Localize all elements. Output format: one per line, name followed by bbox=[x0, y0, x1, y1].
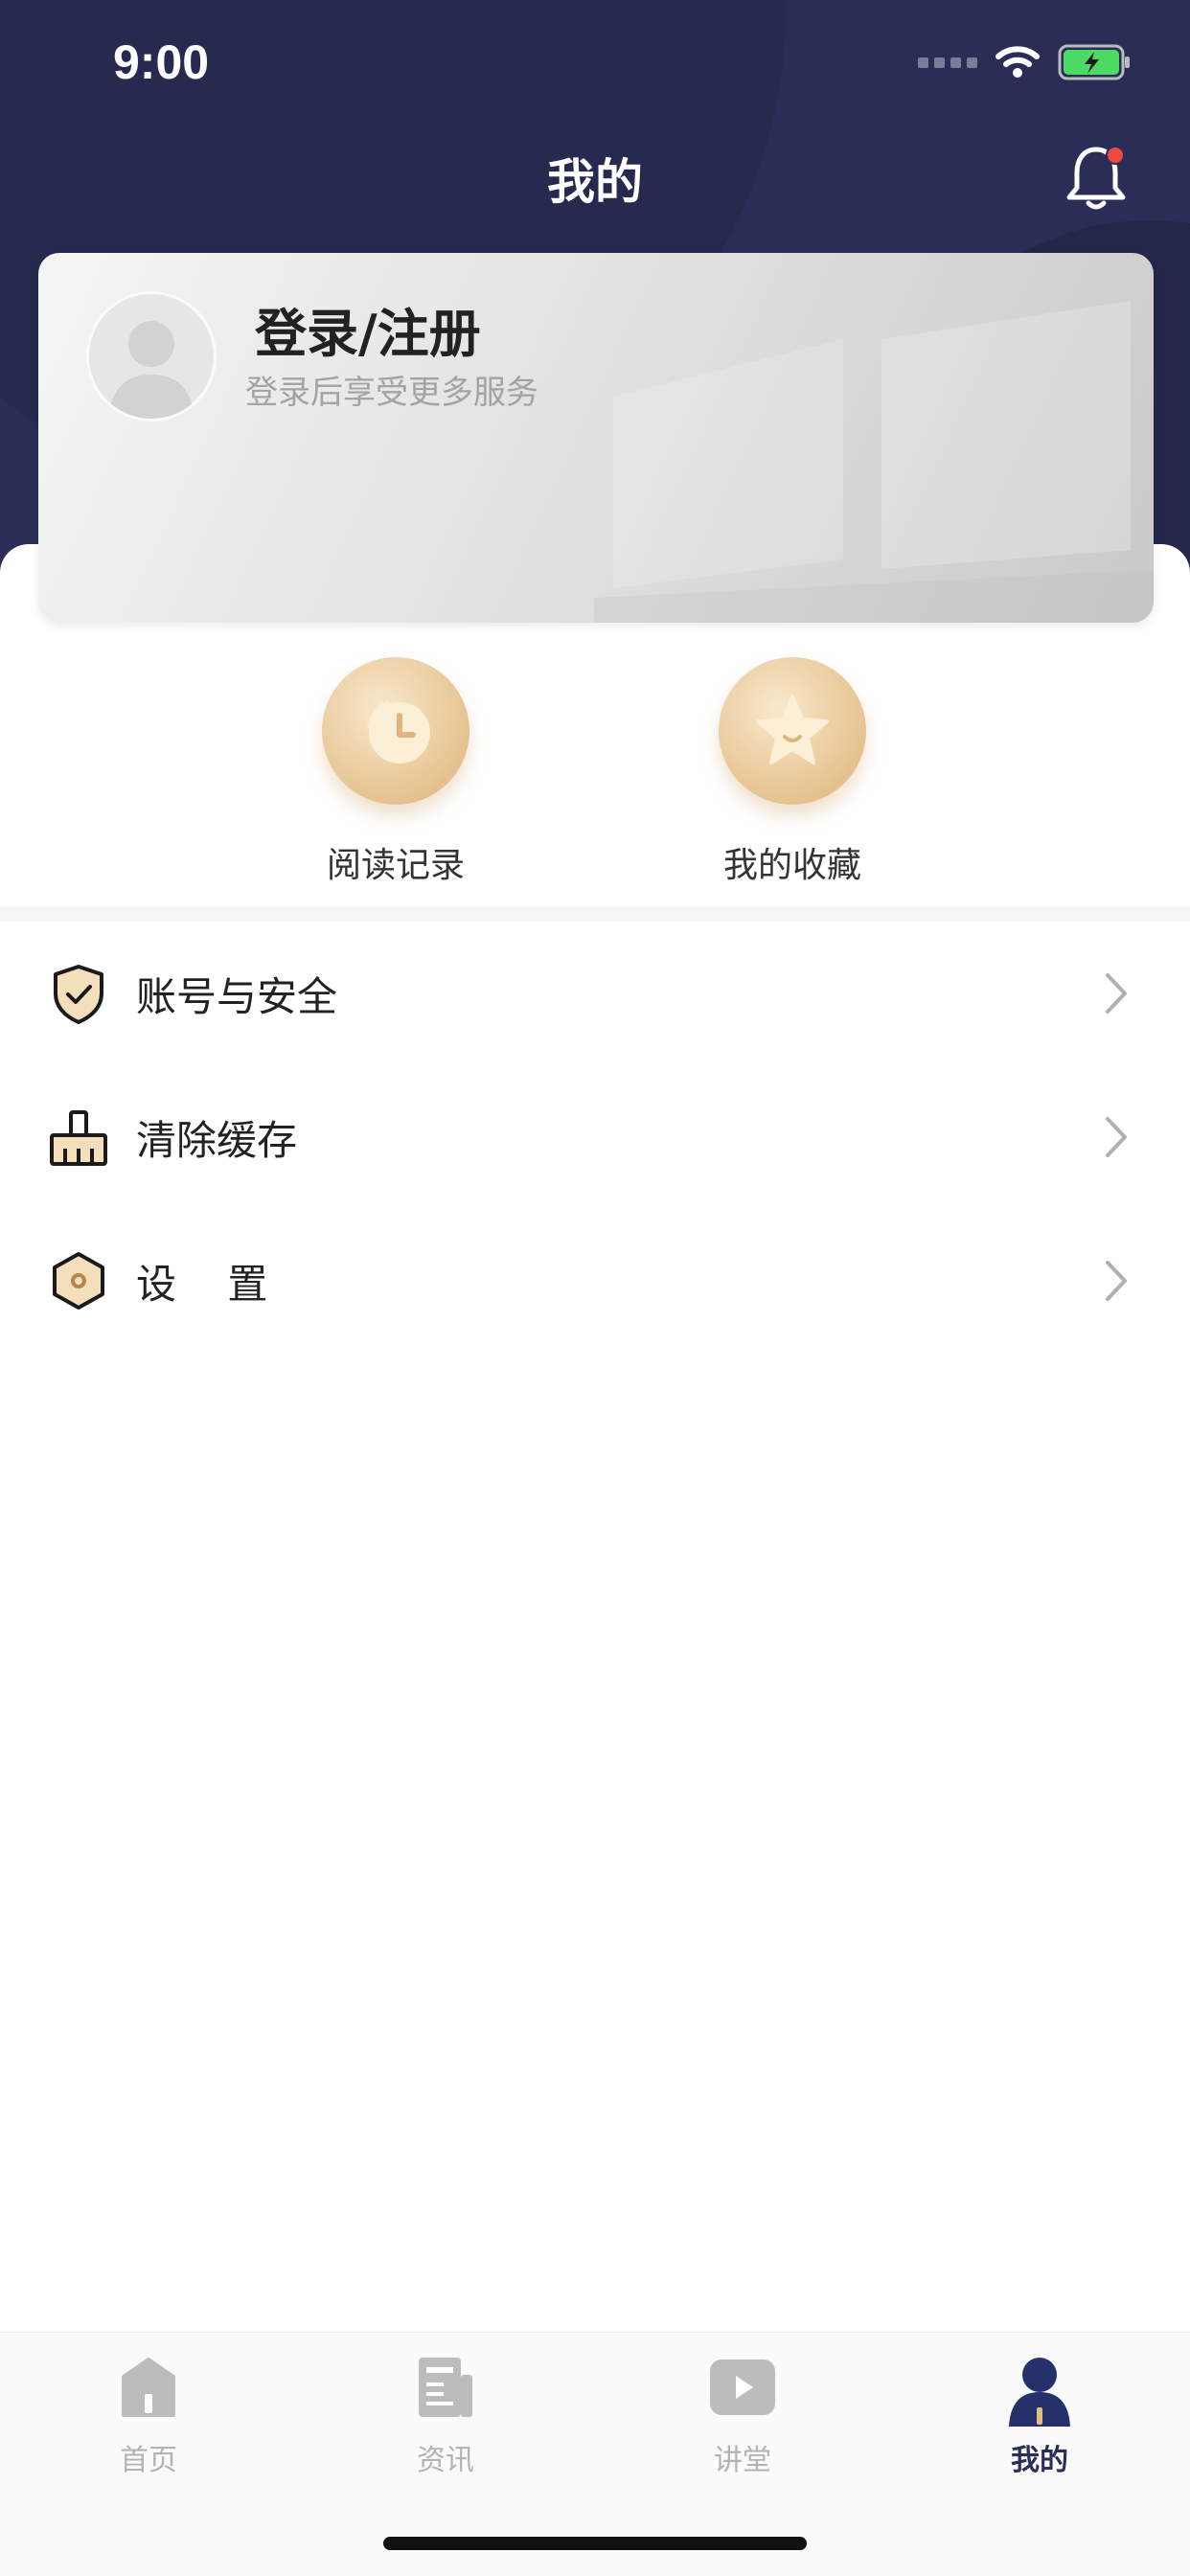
tab-label: 首页 bbox=[120, 2444, 177, 2477]
chevron-right-icon bbox=[1106, 1261, 1127, 1301]
login-register-link[interactable]: 登录/注册 bbox=[255, 291, 481, 367]
news-icon bbox=[297, 2354, 594, 2430]
section-divider bbox=[0, 906, 1190, 922]
person-icon bbox=[891, 2354, 1188, 2430]
hexagon-gear-icon bbox=[53, 1252, 104, 1310]
avatar[interactable] bbox=[86, 291, 217, 422]
shield-check-icon bbox=[54, 965, 103, 1024]
tab-label: 资讯 bbox=[417, 2444, 474, 2477]
reading-history-button[interactable]: 阅读记录 bbox=[286, 657, 506, 887]
book-watermark-icon bbox=[594, 301, 1154, 623]
default-avatar-icon bbox=[108, 321, 195, 419]
status-time: 9:00 bbox=[113, 35, 210, 89]
menu-label: 清除缓存 bbox=[136, 1116, 298, 1164]
menu-label: 账号与安全 bbox=[136, 972, 338, 1020]
login-subtitle: 登录后享受更多服务 bbox=[245, 374, 538, 412]
tab-label: 我的 bbox=[1011, 2444, 1068, 2477]
home-icon bbox=[0, 2354, 297, 2430]
star-icon bbox=[719, 657, 866, 805]
wifi-icon bbox=[995, 46, 1040, 78]
signal-icon bbox=[918, 57, 977, 68]
battery-icon bbox=[1058, 44, 1130, 80]
content-panel bbox=[0, 544, 1190, 2575]
tab-label: 讲堂 bbox=[714, 2444, 771, 2477]
login-card[interactable]: 登录/注册 登录后享受更多服务 bbox=[38, 253, 1154, 623]
clock-icon bbox=[322, 657, 469, 805]
reading-history-label: 阅读记录 bbox=[326, 846, 465, 885]
chevron-right-icon bbox=[1106, 973, 1127, 1014]
menu-item-account-security[interactable]: 账号与安全 bbox=[0, 922, 1190, 1065]
page-title: 我的 bbox=[547, 154, 643, 210]
broom-icon bbox=[50, 1110, 107, 1166]
menu-item-clear-cache[interactable]: 清除缓存 bbox=[0, 1065, 1190, 1209]
favorites-label: 我的收藏 bbox=[722, 846, 861, 885]
home-indicator[interactable] bbox=[383, 2537, 807, 2550]
notification-bell-icon[interactable] bbox=[1062, 140, 1131, 213]
status-indicators bbox=[918, 44, 1133, 80]
chevron-right-icon bbox=[1106, 1117, 1127, 1157]
favorites-button[interactable]: 我的收藏 bbox=[682, 657, 903, 887]
menu-item-settings[interactable]: 设 置 bbox=[0, 1209, 1190, 1353]
play-icon bbox=[594, 2354, 891, 2430]
menu-label: 设 置 bbox=[136, 1260, 268, 1308]
